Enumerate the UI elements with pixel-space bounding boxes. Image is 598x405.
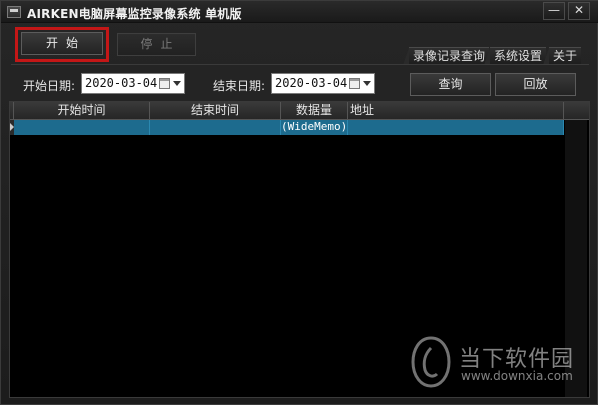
grid-header: 开始时间 结束时间 数据量 地址	[10, 102, 589, 120]
tab-record-query[interactable]: 录像记录查询	[402, 47, 490, 65]
tab-system-settings[interactable]: 系统设置	[483, 47, 547, 65]
playback-button[interactable]: 回放	[495, 73, 576, 96]
chevron-down-icon[interactable]	[363, 81, 371, 86]
app-window: AIRKEN电脑屏幕监控录像系统 单机版 — ✕ 开始 停止 录像记录查询 系统…	[0, 0, 598, 405]
close-button[interactable]: ✕	[568, 2, 590, 20]
tab-about[interactable]: 关于	[542, 47, 582, 65]
query-button[interactable]: 查询	[410, 73, 491, 96]
column-header-address[interactable]: 地址	[348, 102, 564, 120]
table-row[interactable]: (WideMemo)	[10, 120, 564, 135]
watermark-logo-icon	[411, 336, 451, 388]
title-bar: AIRKEN电脑屏幕监控录像系统 单机版 — ✕	[1, 1, 598, 23]
cell-start-time[interactable]	[14, 120, 150, 135]
calendar-icon[interactable]	[349, 78, 360, 89]
tab-divider	[11, 64, 589, 65]
minimize-button[interactable]: —	[543, 2, 565, 20]
column-header-start-time[interactable]: 开始时间	[14, 102, 150, 120]
column-header-data-size[interactable]: 数据量	[281, 102, 348, 120]
cell-address[interactable]	[348, 120, 564, 135]
column-header-end-time[interactable]: 结束时间	[150, 102, 281, 120]
start-date-picker[interactable]: 2020-03-04	[81, 73, 185, 94]
watermark-url: www.downxia.com	[461, 369, 573, 383]
end-date-picker[interactable]: 2020-03-04	[271, 73, 375, 94]
cell-data-size[interactable]: (WideMemo)	[281, 120, 348, 135]
window-title: AIRKEN电脑屏幕监控录像系统 单机版	[27, 7, 242, 21]
cell-end-time[interactable]	[150, 120, 281, 135]
stop-button[interactable]: 停止	[117, 33, 196, 56]
end-date-value: 2020-03-04	[275, 76, 348, 90]
start-date-label: 开始日期:	[23, 79, 76, 93]
start-date-value: 2020-03-04	[85, 76, 158, 90]
app-logo-icon	[7, 6, 21, 18]
start-button[interactable]: 开始	[21, 32, 103, 55]
chevron-down-icon[interactable]	[173, 81, 181, 86]
end-date-label: 结束日期:	[213, 79, 266, 93]
calendar-icon[interactable]	[159, 78, 170, 89]
